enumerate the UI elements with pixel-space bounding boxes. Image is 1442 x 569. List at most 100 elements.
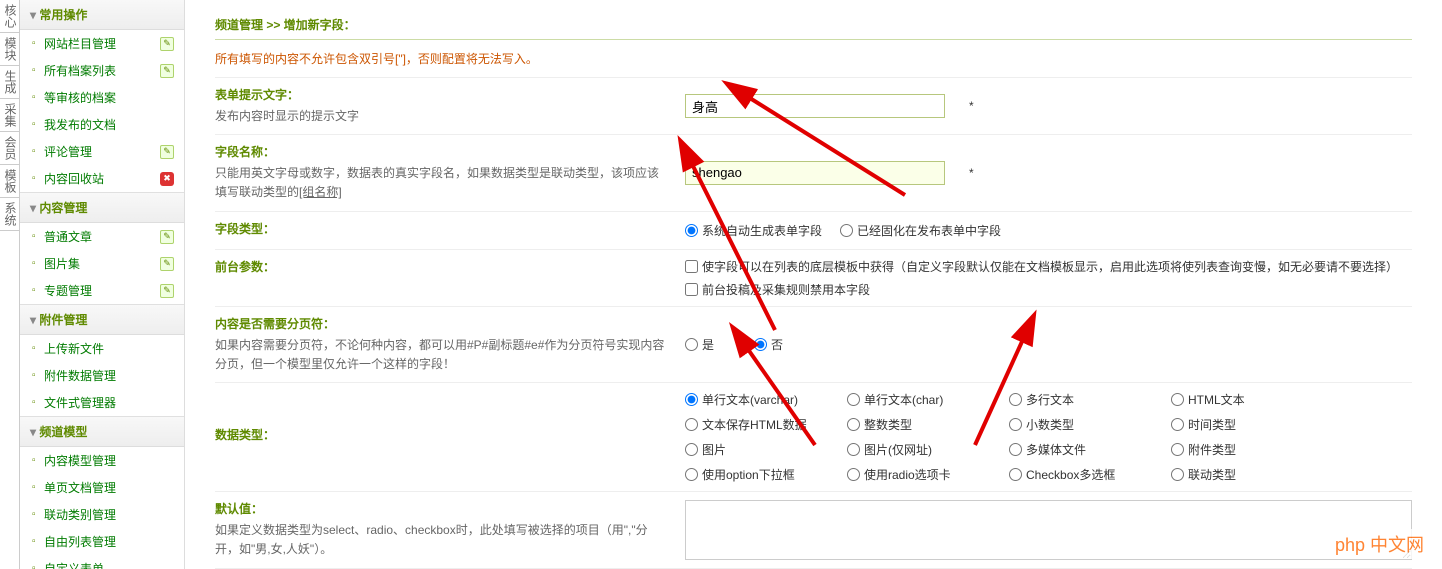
- datatype-radio[interactable]: [1009, 468, 1022, 481]
- datatype-option[interactable]: 文本保存HTML数据: [685, 416, 835, 433]
- datatype-radio[interactable]: [847, 418, 860, 431]
- datatype-option[interactable]: 单行文本(char): [847, 391, 997, 408]
- datatype-option[interactable]: 多行文本: [1009, 391, 1159, 408]
- sidebar-item[interactable]: 联动类别管理: [20, 501, 184, 528]
- frontparam-option[interactable]: 前台投稿及采集规则禁用本字段: [685, 281, 870, 298]
- vert-tab[interactable]: 采集: [0, 99, 21, 132]
- row-front-params: 前台参数： 使字段可以在列表的底层模板中获得（自定义字段默认仅能在文档模板显示，…: [215, 250, 1412, 307]
- datatype-option[interactable]: 联动类型: [1171, 466, 1321, 483]
- sidebar-item[interactable]: 自由列表管理: [20, 528, 184, 555]
- label-fieldtype-title: 字段类型：: [215, 220, 665, 237]
- datatype-option[interactable]: 小数类型: [1009, 416, 1159, 433]
- edit-icon[interactable]: ✎: [160, 145, 174, 159]
- row-field-type: 字段类型： 系统自动生成表单字段 已经固化在发布表单中字段: [215, 212, 1412, 250]
- warning-text: 所有填写的内容不允许包含双引号["]，否则配置将无法写入。: [215, 40, 1412, 78]
- paginate-option[interactable]: 否: [754, 336, 783, 353]
- sidebar-item[interactable]: 图片集✎: [20, 250, 184, 277]
- frontparam-checkbox[interactable]: [685, 260, 698, 273]
- frontparam-checkbox[interactable]: [685, 283, 698, 296]
- datatype-option[interactable]: 图片(仅网址): [847, 441, 997, 458]
- paginate-option[interactable]: 是: [685, 336, 714, 353]
- sidebar-item[interactable]: 自定义表单: [20, 555, 184, 569]
- label-datatype-title: 数据类型：: [215, 426, 275, 443]
- delete-icon[interactable]: ✖: [160, 172, 174, 186]
- sidebar-item[interactable]: 网站栏目管理✎: [20, 30, 184, 57]
- vert-tab[interactable]: 系统: [0, 198, 21, 231]
- vertical-tabs: 核心模块生成采集会员模板系统: [0, 0, 20, 569]
- datatype-option[interactable]: HTML文本: [1171, 391, 1321, 408]
- sidebar-item[interactable]: 我发布的文档: [20, 111, 184, 138]
- datatype-option[interactable]: 使用option下拉框: [685, 466, 835, 483]
- datatype-radio[interactable]: [1171, 393, 1184, 406]
- sidebar-item[interactable]: 专题管理✎: [20, 277, 184, 304]
- sidebar-item[interactable]: 内容回收站✖: [20, 165, 184, 192]
- label-default-desc: 如果定义数据类型为select、radio、checkbox时，此处填写被选择的…: [215, 521, 665, 559]
- sidebar-item[interactable]: 所有档案列表✎: [20, 57, 184, 84]
- sidebar-group-header[interactable]: 频道模型: [20, 417, 184, 447]
- datatype-radio[interactable]: [1171, 468, 1184, 481]
- sidebar-group-header[interactable]: 内容管理: [20, 193, 184, 223]
- vert-tab[interactable]: 生成: [0, 66, 21, 99]
- datatype-radio[interactable]: [847, 468, 860, 481]
- datatype-option[interactable]: 多媒体文件: [1009, 441, 1159, 458]
- required-star: *: [969, 99, 974, 113]
- sidebar-item[interactable]: 等审核的档案: [20, 84, 184, 111]
- datatype-radio[interactable]: [1009, 418, 1022, 431]
- sidebar-item[interactable]: 上传新文件: [20, 335, 184, 362]
- paginate-radio[interactable]: [754, 338, 767, 351]
- label-prompt-desc: 发布内容时显示的提示文字: [215, 107, 665, 126]
- sidebar-item[interactable]: 评论管理✎: [20, 138, 184, 165]
- datatype-option[interactable]: 附件类型: [1171, 441, 1321, 458]
- sidebar-item[interactable]: 单页文档管理: [20, 474, 184, 501]
- datatype-radio[interactable]: [1171, 443, 1184, 456]
- label-fieldname-title: 字段名称：: [215, 143, 665, 160]
- label-default-title: 默认值：: [215, 500, 665, 517]
- edit-icon[interactable]: ✎: [160, 230, 174, 244]
- datatype-radio[interactable]: [685, 393, 698, 406]
- datatype-option[interactable]: 单行文本(varchar): [685, 391, 835, 408]
- edit-icon[interactable]: ✎: [160, 37, 174, 51]
- datatype-radio[interactable]: [847, 393, 860, 406]
- sidebar-item[interactable]: 内容模型管理: [20, 447, 184, 474]
- edit-icon[interactable]: ✎: [160, 257, 174, 271]
- fieldtype-option[interactable]: 已经固化在发布表单中字段: [840, 222, 1001, 239]
- vert-tab[interactable]: 模板: [0, 165, 21, 198]
- datatype-radio[interactable]: [1171, 418, 1184, 431]
- datatype-radio[interactable]: [1009, 393, 1022, 406]
- sidebar-group-header[interactable]: 附件管理: [20, 305, 184, 335]
- default-value-textarea[interactable]: [685, 500, 1412, 560]
- datatype-option[interactable]: 整数类型: [847, 416, 997, 433]
- datatype-radio[interactable]: [1009, 443, 1022, 456]
- watermark: php 中文网: [1327, 529, 1432, 559]
- datatype-option[interactable]: 图片: [685, 441, 835, 458]
- row-paginate: 内容是否需要分页符： 如果内容需要分页符，不论何种内容，都可以用#P#副标题#e…: [215, 307, 1412, 383]
- datatype-option[interactable]: 时间类型: [1171, 416, 1321, 433]
- fieldtype-option[interactable]: 系统自动生成表单字段: [685, 222, 822, 239]
- sidebar-item[interactable]: 普通文章✎: [20, 223, 184, 250]
- sidebar-item[interactable]: 文件式管理器: [20, 389, 184, 416]
- field-name-input[interactable]: [685, 161, 945, 185]
- fieldtype-radio[interactable]: [685, 224, 698, 237]
- fieldtype-radio[interactable]: [840, 224, 853, 237]
- vert-tab[interactable]: 模块: [0, 33, 21, 66]
- vert-tab[interactable]: 会员: [0, 132, 21, 165]
- edit-icon[interactable]: ✎: [160, 284, 174, 298]
- datatype-option[interactable]: 使用radio选项卡: [847, 466, 997, 483]
- label-frontparams-title: 前台参数：: [215, 258, 665, 275]
- sidebar: 常用操作网站栏目管理✎所有档案列表✎等审核的档案我发布的文档评论管理✎内容回收站…: [20, 0, 185, 569]
- sidebar-item[interactable]: 附件数据管理: [20, 362, 184, 389]
- label-paginate-title: 内容是否需要分页符：: [215, 315, 665, 332]
- frontparam-option[interactable]: 使字段可以在列表的底层模板中获得（自定义字段默认仅能在文档模板显示，启用此选项将…: [685, 258, 1398, 275]
- datatype-option[interactable]: Checkbox多选框: [1009, 466, 1159, 483]
- datatype-radio[interactable]: [685, 418, 698, 431]
- datatype-radio[interactable]: [685, 468, 698, 481]
- paginate-radio[interactable]: [685, 338, 698, 351]
- row-field-name: 字段名称： 只能用英文字母或数字，数据表的真实字段名，如果数据类型是联动类型，该…: [215, 135, 1412, 211]
- sidebar-group-header[interactable]: 常用操作: [20, 0, 184, 30]
- edit-icon[interactable]: ✎: [160, 64, 174, 78]
- datatype-radio[interactable]: [685, 443, 698, 456]
- prompt-text-input[interactable]: [685, 94, 945, 118]
- vert-tab[interactable]: 核心: [0, 0, 21, 33]
- datatype-radio[interactable]: [847, 443, 860, 456]
- row-prompt-text: 表单提示文字： 发布内容时显示的提示文字 *: [215, 78, 1412, 135]
